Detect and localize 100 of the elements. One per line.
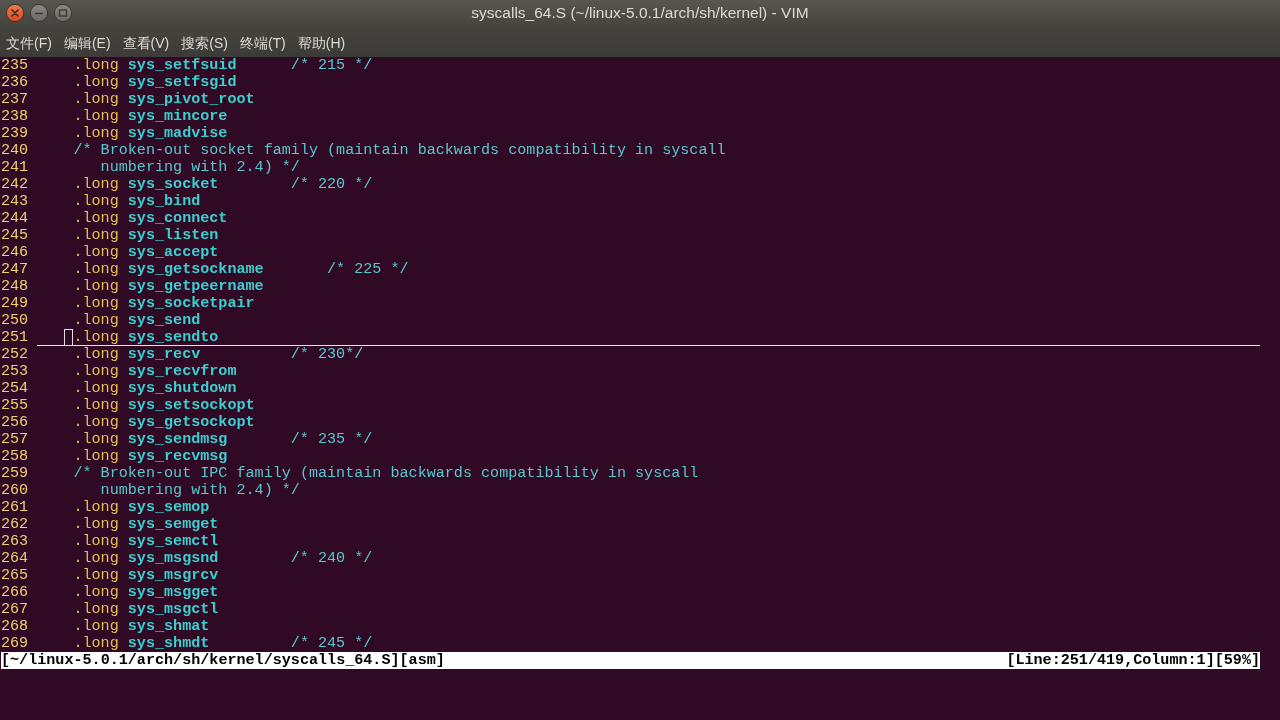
asm-directive: .long <box>73 397 119 414</box>
close-icon[interactable] <box>6 4 24 22</box>
code-comment: /* 225 */ <box>327 261 409 278</box>
symbol-name: sys_setfsuid <box>127 57 237 74</box>
symbol-name: sys_getsockname <box>127 261 264 278</box>
minimize-icon[interactable] <box>30 4 48 22</box>
line-number: 254 <box>1 380 29 397</box>
asm-directive: .long <box>73 329 119 345</box>
line-number: 241 <box>1 159 29 176</box>
line-number: 264 <box>1 550 29 567</box>
line-number: 257 <box>1 431 29 448</box>
symbol-name: sys_msgget <box>127 584 219 601</box>
symbol-name: sys_madvise <box>127 125 228 142</box>
code-comment: /* 230*/ <box>290 346 364 363</box>
code-comment: /* 245 */ <box>290 635 373 652</box>
asm-directive: .long <box>73 312 119 329</box>
menu-item[interactable]: 帮助(H) <box>292 33 351 53</box>
asm-directive: .long <box>73 57 119 74</box>
code-comment: numbering with 2.4) */ <box>100 159 300 176</box>
asm-directive: .long <box>73 533 119 550</box>
line-number: 238 <box>1 108 29 125</box>
symbol-name: sys_recvmsg <box>127 448 228 465</box>
symbol-name: sys_bind <box>127 193 201 210</box>
symbol-name: sys_listen <box>127 227 219 244</box>
symbol-name: sys_recv <box>127 346 201 363</box>
line-number: 259 <box>1 465 29 482</box>
asm-directive: .long <box>73 601 119 618</box>
asm-directive: .long <box>73 584 119 601</box>
window-title: syscalls_64.S (~/linux-5.0.1/arch/sh/kernel) - VIM <box>471 3 809 23</box>
asm-directive: .long <box>73 91 119 108</box>
code-comment: /* 235 */ <box>290 431 373 448</box>
line-number: 243 <box>1 193 29 210</box>
asm-directive: .long <box>73 499 119 516</box>
asm-directive: .long <box>73 176 119 193</box>
asm-directive: .long <box>73 567 119 584</box>
asm-directive: .long <box>73 550 119 567</box>
asm-directive: .long <box>73 74 119 91</box>
file-status: [~/linux-5.0.1/arch/sh/kernel/syscalls_64.S][asm] <box>1 652 445 669</box>
symbol-name: sys_accept <box>127 244 219 261</box>
line-number: 239 <box>1 125 29 142</box>
line-number: 245 <box>1 227 29 244</box>
line-number: 260 <box>1 482 29 499</box>
maximize-icon[interactable] <box>54 4 72 22</box>
menu-item[interactable]: 终端(T) <box>234 33 291 53</box>
symbol-name: sys_sendmsg <box>127 431 228 448</box>
line-number: 235 <box>1 57 29 74</box>
symbol-name: sys_semget <box>127 516 219 533</box>
cursor-position-status: [Line:251/419,Column:1][59%] <box>1006 652 1260 669</box>
symbol-name: sys_connect <box>127 210 228 227</box>
symbol-name: sys_setsockopt <box>127 397 255 414</box>
line-number: 248 <box>1 278 29 295</box>
line-number: 240 <box>1 142 29 159</box>
asm-directive: .long <box>73 516 119 533</box>
code-comment: /* 220 */ <box>290 176 373 193</box>
line-number: 255 <box>1 397 29 414</box>
symbol-name: sys_socketpair <box>127 295 255 312</box>
code-comment: /* Broken-out IPC family (maintain backwards compatibility in syscall <box>73 465 699 482</box>
line-number: 249 <box>1 295 29 312</box>
symbol-name: sys_socket <box>127 176 219 193</box>
line-number: 267 <box>1 601 29 618</box>
symbol-name: sys_msgctl <box>127 601 219 618</box>
asm-directive: .long <box>73 618 119 635</box>
asm-directive: .long <box>73 108 119 125</box>
symbol-name: sys_mincore <box>127 108 228 125</box>
symbol-name: sys_getpeername <box>127 278 264 295</box>
symbol-name: sys_shmdt <box>127 635 210 652</box>
asm-directive: .long <box>73 414 119 431</box>
symbol-name: sys_send <box>127 312 201 329</box>
line-number: 265 <box>1 567 29 584</box>
line-number: 244 <box>1 210 29 227</box>
line-number: 258 <box>1 448 29 465</box>
symbol-name: sys_recvfrom <box>127 363 237 380</box>
line-number: 247 <box>1 261 29 278</box>
line-number: 242 <box>1 176 29 193</box>
line-number: 268 <box>1 618 29 635</box>
code-comment: /* Broken-out socket family (maintain backwards compatibility in syscall <box>73 142 726 159</box>
asm-directive: .long <box>73 261 119 278</box>
asm-directive: .long <box>73 363 119 380</box>
asm-directive: .long <box>73 278 119 295</box>
symbol-name: sys_semctl <box>127 533 219 550</box>
menu-item[interactable]: 编辑(E) <box>58 33 116 53</box>
symbol-name: sys_shmat <box>127 618 210 635</box>
menu-item[interactable]: 查看(V) <box>117 33 175 53</box>
asm-directive: .long <box>73 210 119 227</box>
symbol-name: sys_sendto <box>127 329 219 345</box>
symbol-name: sys_msgsnd <box>127 550 219 567</box>
asm-directive: .long <box>73 380 119 397</box>
line-number: 237 <box>1 91 29 108</box>
menu-item[interactable]: 搜索(S) <box>176 33 233 53</box>
line-number: 256 <box>1 414 29 431</box>
asm-directive: .long <box>73 193 119 210</box>
line-number: 250 <box>1 312 29 329</box>
asm-directive: .long <box>73 431 119 448</box>
code-comment: /* 215 */ <box>290 57 373 74</box>
asm-directive: .long <box>73 346 119 363</box>
menu-item[interactable]: 文件(F) <box>1 33 57 53</box>
line-number: 236 <box>1 74 29 91</box>
line-number: 261 <box>1 499 29 516</box>
line-number: 269 <box>1 635 29 652</box>
line-number: 262 <box>1 516 29 533</box>
